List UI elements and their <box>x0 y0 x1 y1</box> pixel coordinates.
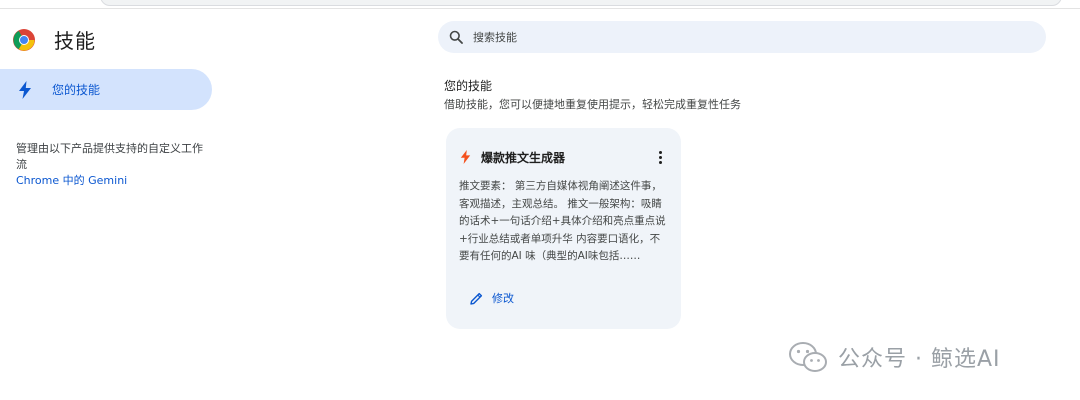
more-vert-icon[interactable] <box>652 147 668 167</box>
edit-button[interactable]: 修改 <box>470 290 514 306</box>
section-heading: 您的技能 <box>444 79 493 93</box>
skill-card-prompt-preview: 推文要素： 第三方自媒体视角阐述这件事，客观描述，主观总结。 推文一般架构：吸睛… <box>459 180 666 262</box>
app-header: 技能 <box>12 25 96 54</box>
sidebar-item-label: 您的技能 <box>52 83 101 97</box>
address-bar-edge[interactable] <box>100 0 1062 6</box>
chrome-logo-icon <box>13 28 35 51</box>
sidebar-item-your-skills[interactable]: 您的技能 <box>0 69 212 110</box>
search-icon <box>449 30 463 44</box>
watermark-text: 公众号 · 鲸选AI <box>838 347 1001 372</box>
bolt-icon <box>19 80 31 99</box>
manage-workflows-note: 管理由以下产品提供支持的自定义工作流 Chrome 中的 Gemini <box>16 141 206 189</box>
manage-workflows-text: 管理由以下产品提供支持的自定义工作流 <box>16 142 203 171</box>
watermark: 公众号 · 鲸选AI <box>788 340 1001 374</box>
browser-top-bar <box>0 0 1080 9</box>
skill-card[interactable]: 爆款推文生成器 推文要素： 第三方自媒体视角阐述这件事，客观描述，主观总结。 推… <box>446 128 681 329</box>
search-input[interactable] <box>471 29 1015 45</box>
search-bar[interactable] <box>438 21 1046 53</box>
edit-button-label: 修改 <box>492 292 514 305</box>
page-title: 技能 <box>54 29 96 53</box>
section-description: 借助技能，您可以便捷地重复使用提示，轻松完成重复性任务 <box>444 98 741 111</box>
pencil-icon <box>470 292 483 305</box>
gemini-in-chrome-link[interactable]: Chrome 中的 Gemini <box>16 174 127 187</box>
skill-card-title: 爆款推文生成器 <box>481 151 566 165</box>
bolt-orange-icon <box>460 150 471 164</box>
wechat-icon <box>789 342 827 372</box>
